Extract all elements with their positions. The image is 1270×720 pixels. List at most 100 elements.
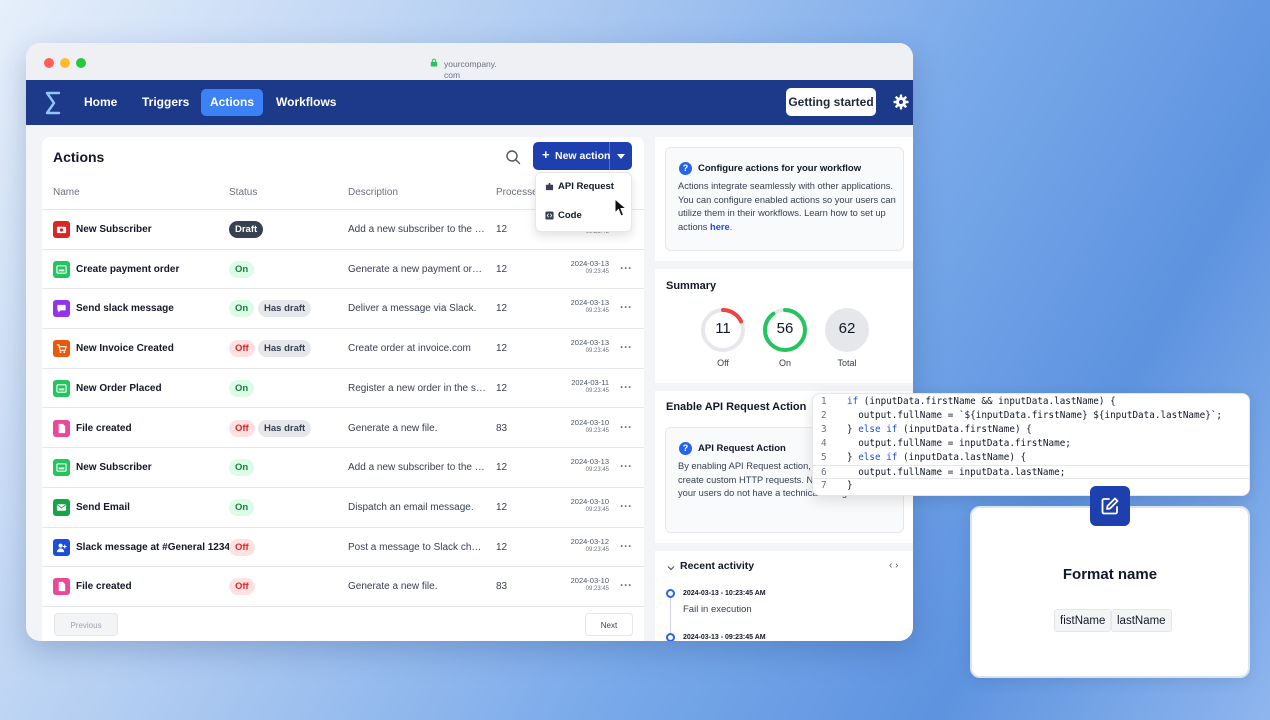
search-icon[interactable] bbox=[505, 149, 521, 165]
table-row[interactable]: Create payment order On Generate a new pay… bbox=[42, 250, 644, 290]
row-processed: 83 bbox=[496, 581, 508, 593]
line-number: 5 bbox=[821, 452, 827, 463]
row-processed: 12 bbox=[496, 501, 508, 513]
column-header-processed[interactable]: Processe bbox=[496, 187, 538, 198]
code-text: output.fullName = `${inputData.firstName… bbox=[847, 410, 1223, 421]
next-page-button[interactable]: Next Page bbox=[585, 613, 633, 636]
table-row[interactable]: Send slack message On Has draft Deliver a m… bbox=[42, 289, 644, 330]
code-line[interactable]: 6 output.fullName = inputData.lastName; bbox=[813, 465, 1249, 479]
more-options-icon[interactable]: ··· bbox=[620, 300, 632, 314]
recent-activity-title: Recent activity bbox=[680, 560, 755, 572]
row-name[interactable]: Create payment order bbox=[76, 264, 179, 275]
row-timestamp: 2024-03-10 09:23:45 bbox=[562, 497, 609, 515]
row-name[interactable]: Send slack message bbox=[76, 303, 174, 314]
table-row[interactable]: New Subscriber On Add a new subscriber to … bbox=[42, 448, 644, 488]
mail-icon bbox=[53, 498, 70, 516]
code-line[interactable]: 4 output.fullName = inputData.firstName; bbox=[813, 437, 1249, 451]
row-name[interactable]: New Subscriber bbox=[76, 224, 152, 235]
row-timestamp: 2024-03-13 09:23:45 bbox=[562, 457, 609, 475]
table-row[interactable]: New Invoice Created Off Has draft Create or… bbox=[42, 329, 644, 369]
column-header-description[interactable]: Description bbox=[348, 187, 398, 198]
getting-started-button[interactable]: Getting started bbox=[786, 88, 876, 116]
row-date: 2024-03-13 bbox=[570, 457, 609, 467]
cart-icon bbox=[53, 340, 70, 358]
table-row[interactable]: New Order Placed On Register a new order i… bbox=[42, 369, 644, 409]
row-name[interactable]: New Order Placed bbox=[76, 383, 162, 394]
nav-workflows[interactable]: Workflows bbox=[267, 89, 345, 116]
table-row[interactable]: File created Off Has draft Generate a new f… bbox=[42, 409, 644, 449]
table-row[interactable]: Send Email On Dispatch an email message. 12… bbox=[42, 488, 644, 528]
row-name[interactable]: New Subscriber bbox=[76, 462, 152, 473]
row-name[interactable]: File created bbox=[76, 423, 132, 434]
row-name[interactable]: Send Email bbox=[76, 502, 130, 513]
event-time: 2024-03-13 - 09:23:45 AM bbox=[683, 634, 766, 641]
table-row[interactable]: Slack message at #General 1234 Off Post a … bbox=[42, 528, 644, 568]
row-description: Generate a new payment order in the syst… bbox=[348, 263, 486, 275]
table-row[interactable]: File created Off Generate a new file. 83 202… bbox=[42, 567, 644, 607]
api-title: API Request Action bbox=[698, 443, 786, 454]
code-text: output.fullName = inputData.firstName; bbox=[847, 438, 1071, 449]
row-time: 09:23:45 bbox=[585, 586, 609, 593]
more-options-icon[interactable]: ··· bbox=[620, 539, 632, 553]
event-time: 2024-03-13 - 10:23:45 AM bbox=[683, 590, 766, 597]
field-chip-first-name[interactable]: fistName bbox=[1054, 609, 1112, 632]
code-line[interactable]: 2 output.fullName = `${inputData.firstNa… bbox=[813, 409, 1249, 423]
user-add-icon bbox=[53, 538, 70, 556]
row-date: 2024-03-13 bbox=[570, 338, 609, 348]
timeline-dot bbox=[666, 633, 675, 641]
address-bar[interactable]: yourcompany. com bbox=[444, 59, 524, 81]
right-panel: ? Configure actions for your workflow Ac… bbox=[655, 137, 913, 641]
more-options-icon[interactable]: ··· bbox=[620, 578, 632, 592]
format-name-card: Format name fistName lastName bbox=[970, 506, 1250, 678]
maximize-window-button[interactable] bbox=[76, 58, 86, 68]
new-action-label: New action bbox=[555, 150, 611, 162]
close-window-button[interactable] bbox=[44, 58, 54, 68]
line-number: 2 bbox=[821, 410, 827, 421]
nav-home[interactable]: Home bbox=[75, 89, 126, 116]
more-options-icon[interactable]: ··· bbox=[620, 499, 632, 513]
row-time: 09:23:45 bbox=[585, 467, 609, 474]
code-line[interactable]: 3} else if (inputData.firstName) { bbox=[813, 423, 1249, 437]
camera-icon bbox=[53, 221, 70, 238]
minimize-window-button[interactable] bbox=[60, 58, 70, 68]
has-draft-badge: Has draft bbox=[258, 419, 312, 437]
chevron-down-icon[interactable] bbox=[667, 564, 675, 572]
sigma-logo-icon[interactable] bbox=[44, 90, 62, 116]
nav-triggers[interactable]: Triggers bbox=[133, 89, 198, 116]
more-options-icon[interactable]: ··· bbox=[620, 261, 632, 275]
row-processed: 12 bbox=[496, 541, 508, 553]
row-processed: 12 bbox=[496, 343, 508, 355]
status-badge: On bbox=[229, 459, 255, 477]
has-draft-badge: Has draft bbox=[258, 300, 312, 318]
more-options-icon[interactable]: ··· bbox=[620, 459, 632, 473]
row-name[interactable]: Slack message at #General 1234 bbox=[76, 542, 230, 553]
field-chip-last-name[interactable]: lastName bbox=[1111, 609, 1172, 632]
more-options-icon[interactable]: ··· bbox=[620, 340, 632, 354]
status-badge: On bbox=[229, 379, 255, 397]
row-date: 2024-03-13 bbox=[570, 258, 609, 268]
more-options-icon[interactable]: ··· bbox=[620, 380, 632, 394]
has-draft-badge: Has draft bbox=[258, 340, 312, 358]
pagination-arrows[interactable]: ‹ › bbox=[889, 560, 898, 571]
new-action-button[interactable]: + New action bbox=[533, 142, 632, 170]
column-header-status[interactable]: Status bbox=[229, 187, 257, 198]
nav-actions[interactable]: Actions bbox=[201, 89, 264, 116]
row-timestamp: 2024-03-10 09:23:45 bbox=[562, 576, 609, 594]
row-timestamp: 2024-03-12 09:23:45 bbox=[562, 537, 609, 555]
payment-icon bbox=[53, 260, 70, 278]
row-time: 09:23:45 bbox=[585, 387, 609, 394]
code-line[interactable]: 7} bbox=[813, 479, 1249, 493]
row-processed: 83 bbox=[496, 422, 508, 434]
status-badge: On bbox=[229, 498, 255, 516]
previous-page-button[interactable]: Previous Page bbox=[54, 613, 118, 636]
code-line[interactable]: 5} else if (inputData.lastName) { bbox=[813, 451, 1249, 465]
more-options-icon[interactable]: ··· bbox=[620, 420, 632, 434]
gear-icon[interactable] bbox=[893, 94, 909, 110]
column-header-name[interactable]: Name bbox=[53, 187, 80, 198]
chevron-down-icon[interactable] bbox=[617, 154, 625, 159]
code-editor[interactable]: 1 if (inputData.firstName && inputData.la… bbox=[812, 393, 1250, 496]
row-name[interactable]: New Invoice Created bbox=[76, 343, 174, 354]
edit-badge[interactable] bbox=[1090, 486, 1130, 526]
row-name[interactable]: File created bbox=[76, 581, 132, 592]
code-line[interactable]: 1 if (inputData.firstName && inputData.la… bbox=[813, 395, 1249, 409]
